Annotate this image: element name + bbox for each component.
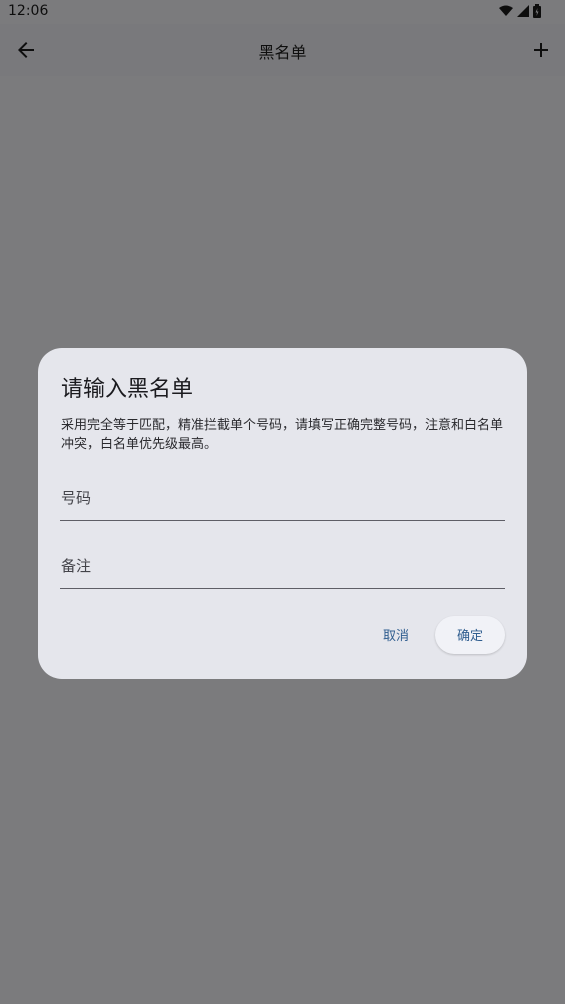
note-field xyxy=(60,544,505,589)
cancel-button[interactable]: 取消 xyxy=(369,615,423,654)
confirm-button[interactable]: 确定 xyxy=(434,615,505,654)
note-input[interactable] xyxy=(60,544,505,588)
dialog-description: 采用完全等于匹配，精准拦截单个号码，请填写正确完整号码，注意和白名单冲突，白名单… xyxy=(61,418,504,452)
dialog-title: 请输入黑名单 xyxy=(61,377,194,402)
dialog-actions: 取消 确定 xyxy=(369,615,505,654)
phone-number-input[interactable] xyxy=(60,476,505,520)
phone-number-field xyxy=(60,476,505,521)
blacklist-input-dialog: 请输入黑名单 采用完全等于匹配，精准拦截单个号码，请填写正确完整号码，注意和白名… xyxy=(38,348,527,679)
